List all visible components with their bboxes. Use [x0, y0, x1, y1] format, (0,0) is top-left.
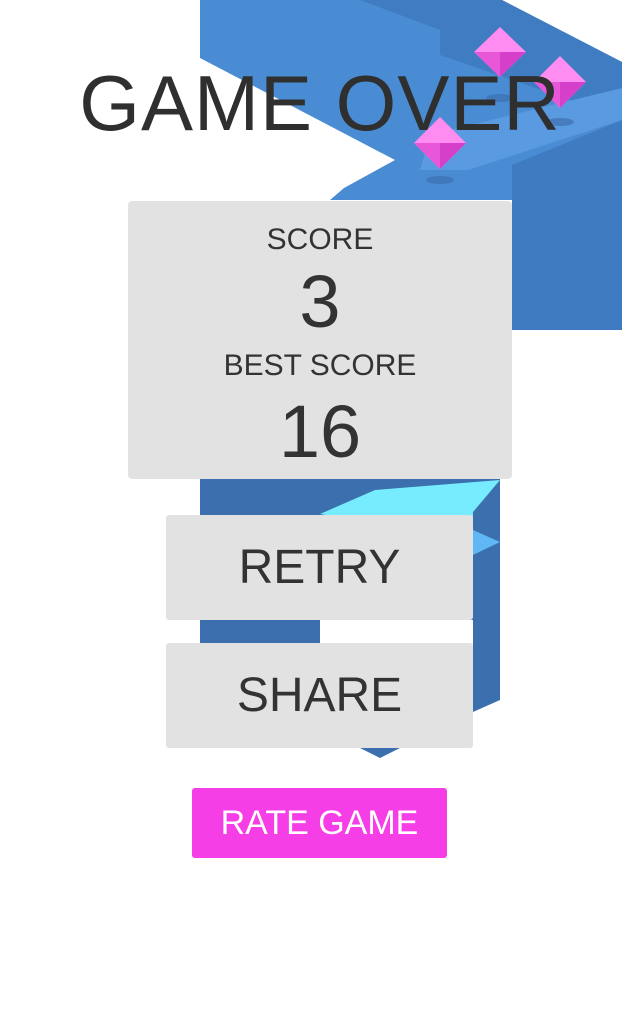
share-button[interactable]: SHARE [166, 643, 473, 748]
background-path-scene [200, 0, 622, 758]
score-label: SCORE [266, 223, 374, 256]
retry-button[interactable]: RETRY [166, 515, 473, 620]
score-value: 3 [299, 260, 341, 343]
score-panel: SCORE 3 BEST SCORE 16 [128, 201, 512, 479]
best-score-label: BEST SCORE [223, 349, 417, 382]
rate-game-button[interactable]: RATE GAME [192, 788, 447, 858]
path-segment-tail [360, 748, 400, 758]
best-score-value: 16 [278, 390, 362, 473]
game-over-title: GAME OVER [79, 59, 561, 147]
